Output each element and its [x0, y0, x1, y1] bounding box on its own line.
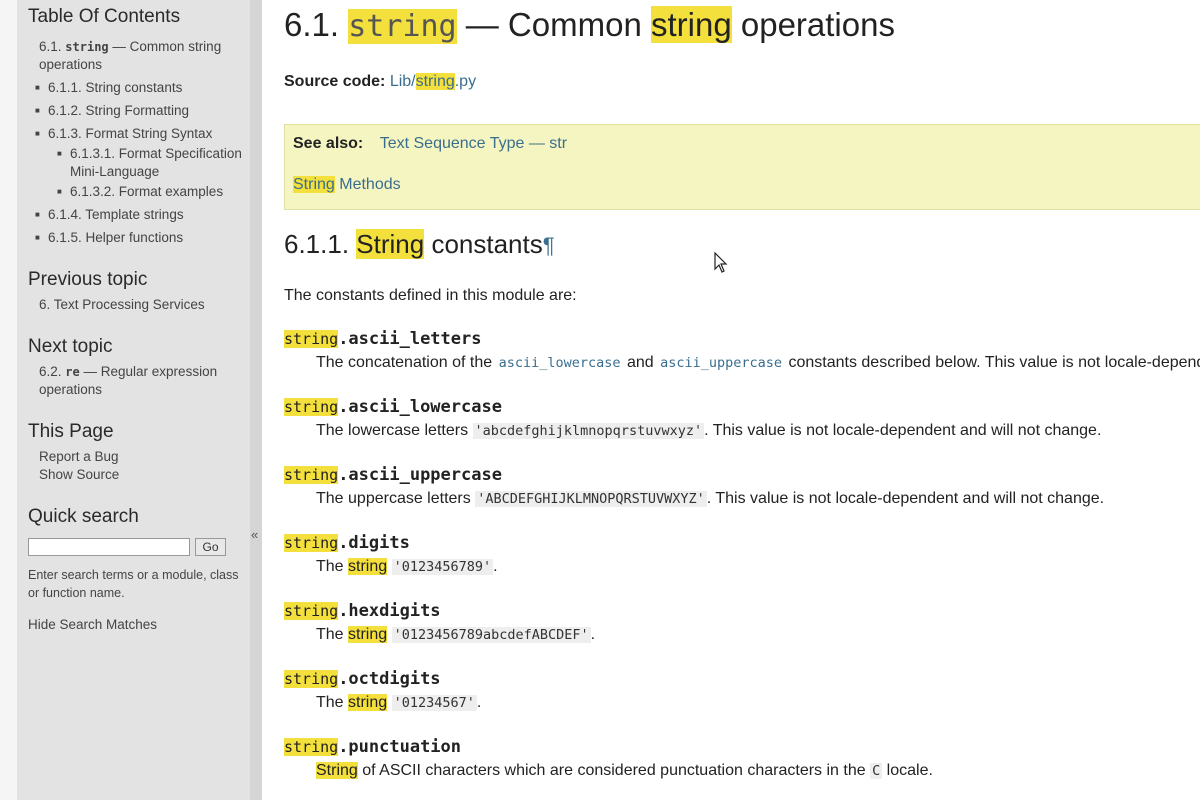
constant-description: The string '01234567'.	[316, 694, 482, 711]
constant-entry: string.punctuation String of ASCII chara…	[284, 737, 1200, 780]
constant-description: String of ASCII characters which are con…	[316, 762, 933, 779]
search-row: Go	[28, 538, 244, 556]
toc-item-format-spec[interactable]: 6.1.3.1. Format Specification Mini-Langu…	[57, 145, 244, 181]
constant-signature: string.punctuation	[284, 737, 462, 757]
constant-signature: string.hexdigits	[284, 601, 441, 621]
search-help-text: Enter search terms or a module, class or…	[28, 568, 239, 600]
toc-item-format-string-syntax[interactable]: 6.1.3. Format String Syntax 6.1.3.1. For…	[35, 125, 244, 201]
constant-entry: string.ascii_uppercase The uppercase let…	[284, 465, 1200, 508]
show-source-link[interactable]: Show Source	[28, 466, 244, 484]
this-page-section: This Page Report a Bug Show Source	[28, 421, 244, 484]
next-topic-heading: Next topic	[28, 336, 113, 357]
toc-sublist: 6.1.3.1. Format Specification Mini-Langu…	[48, 145, 244, 201]
constant-entry: string.ascii_letters The concatenation o…	[284, 329, 1200, 372]
next-topic-section: Next topic 6.2. re — Regular expression …	[28, 336, 244, 399]
constant-signature: string.ascii_uppercase	[284, 465, 502, 485]
ascii-lowercase-link[interactable]: ascii_lowercase	[497, 355, 623, 371]
ascii-uppercase-link[interactable]: ascii_uppercase	[658, 355, 784, 371]
toc-item-string-formatting[interactable]: 6.1.2. String Formatting	[35, 102, 244, 120]
constant-signature: string.digits	[284, 533, 410, 553]
constant-description: The string '0123456789abcdefABCDEF'.	[316, 626, 596, 643]
toc-list: 6.1.1. String constants 6.1.2. String Fo…	[28, 79, 244, 247]
toc-item-helper-functions[interactable]: 6.1.5. Helper functions	[35, 229, 244, 247]
hide-search-matches-link[interactable]: Hide Search Matches	[28, 616, 244, 634]
left-margin	[0, 0, 17, 800]
constant-entry: string.ascii_lowercase The lowercase let…	[284, 397, 1200, 440]
constant-description: The string '0123456789'.	[316, 558, 498, 575]
toc-root-link[interactable]: 6.1. string — Common string operations	[28, 38, 244, 74]
constant-entry: string.hexdigits The string '0123456789a…	[284, 601, 1200, 644]
section-title: 6.1.1. String constants¶	[284, 229, 555, 259]
toc-item-format-examples[interactable]: 6.1.3.2. Format examples	[57, 183, 244, 201]
constant-entry: string.digits The string '0123456789'.	[284, 533, 1200, 576]
sidebar-collapse-button[interactable]: «	[250, 0, 262, 800]
next-topic-link[interactable]: 6.2. re — Regular expression operations	[28, 363, 244, 399]
collapse-icon: «	[251, 527, 259, 542]
quick-search-section: Quick search Go Enter search terms or a …	[28, 506, 244, 634]
quick-search-heading: Quick search	[28, 506, 139, 527]
text-sequence-type-link[interactable]: Text Sequence Type — str	[380, 135, 567, 152]
constant-signature: string.ascii_letters	[284, 329, 482, 349]
sidebar: Table Of Contents 6.1. string — Common s…	[17, 0, 250, 800]
report-bug-link[interactable]: Report a Bug	[28, 448, 244, 466]
constant-description: The concatenation of the ascii_lowercase…	[316, 354, 1200, 371]
constant-entry: string.octdigits The string '01234567'.	[284, 669, 1200, 712]
permalink-icon[interactable]: ¶	[543, 233, 555, 258]
toc-item-template-strings[interactable]: 6.1.4. Template strings	[35, 206, 244, 224]
constant-signature: string.ascii_lowercase	[284, 397, 502, 417]
constant-signature: string.octdigits	[284, 669, 441, 689]
previous-topic-link[interactable]: 6. Text Processing Services	[28, 296, 244, 314]
see-also-box: See also: Text Sequence Type — str Strin…	[284, 124, 1200, 210]
source-code-line: Source code: Lib/string.py	[284, 73, 477, 90]
source-link[interactable]: Lib/string.py	[390, 73, 476, 90]
constant-description: The uppercase letters 'ABCDEFGHIJKLMNOPQ…	[316, 490, 1105, 507]
see-also-row: See also: Text Sequence Type — str	[293, 135, 568, 152]
previous-topic-heading: Previous topic	[28, 269, 148, 290]
toc-item-string-constants[interactable]: 6.1.1. String constants	[35, 79, 244, 97]
mouse-cursor-icon	[714, 252, 728, 273]
toc-heading: Table Of Contents	[28, 6, 181, 27]
string-methods-link[interactable]: String Methods	[293, 176, 401, 194]
go-button[interactable]: Go	[195, 538, 226, 556]
this-page-heading: This Page	[28, 421, 114, 442]
constant-description: The lowercase letters 'abcdefghijklmnopq…	[316, 422, 1102, 439]
page-title: 6.1. string — Common string operations	[284, 6, 895, 44]
intro-text: The constants defined in this module are…	[284, 287, 577, 304]
main-content: 6.1. string — Common string operations S…	[284, 0, 1200, 800]
search-input[interactable]	[28, 538, 190, 556]
previous-topic-section: Previous topic 6. Text Processing Servic…	[28, 269, 244, 314]
